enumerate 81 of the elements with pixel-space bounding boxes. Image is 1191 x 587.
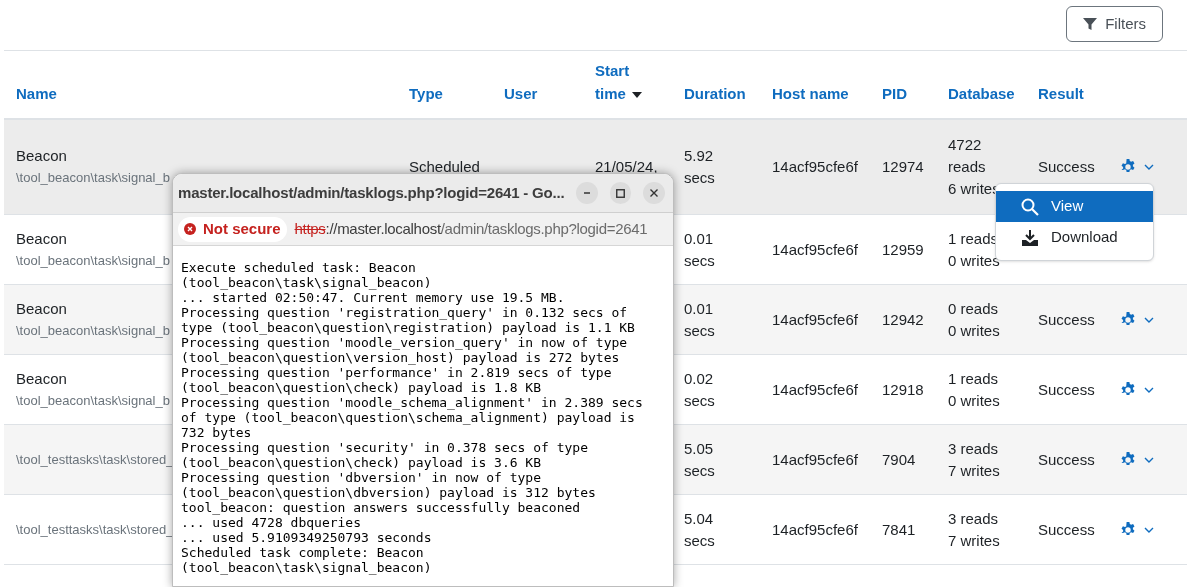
- sort-descending-icon: [631, 92, 642, 99]
- filter-icon: [1083, 17, 1098, 31]
- address-bar-url[interactable]: https://master.localhost/admin/tasklogs.php?logid=2641: [294, 217, 648, 241]
- task-name: Beacon: [16, 146, 67, 166]
- host-name: 14acf95cfe6f: [772, 449, 858, 470]
- result: Success: [1038, 379, 1096, 400]
- security-warning[interactable]: Not secure: [178, 216, 287, 242]
- actions-menu-button[interactable]: [1120, 451, 1154, 468]
- filters-button[interactable]: Filters: [1066, 6, 1163, 42]
- task-classname: \tool_beacon\task\signal_b: [16, 251, 170, 270]
- gear-icon: [1120, 451, 1136, 468]
- host-name: 14acf95cfe6f: [772, 519, 858, 540]
- chevron-down-icon: [1144, 456, 1154, 463]
- gear-icon: [1120, 381, 1136, 398]
- maximize-icon: [616, 188, 626, 198]
- task-name: Beacon: [16, 368, 67, 389]
- duration: 5.05 secs: [684, 438, 716, 481]
- gear-icon: [1120, 311, 1136, 328]
- column-header-link[interactable]: Name: [16, 82, 57, 105]
- task-log-output: Execute scheduled task: Beacon (tool_beacon\task\signal_beacon) ... started 02:50:47. Current memory use 19.5 MB. Processing question 'registration_query' in 0.132 secs of type (tool_beacon\question\registration) payload is 1.1 KB Processing question 'moodle_version_query' in now of type (tool_beacon\question\version_host) payload is 272 bytes Processing question 'performance' in 2.819 secs of type (tool_beacon\question\check) payload is 1.8 KB Processing question 'moodle_schema_alignment' in 2.389 secs of type (tool_beacon\question\schema_alignment) payload is 732 bytes Processing question 'security' in 0.378 secs of type (tool_beacon\question\check) payload is 3.6 KB Processing question 'dbversion' in now of type (tool_beacon\question\dbversion) payload is 312 bytes tool_beacon: question answers successfully beaconed ... used 4728 dbqueries ... used 5.9109349250793 seconds Scheduled task complete: Beacon (tool_beacon\task\signal_beacon): [180, 259, 644, 575]
- error-icon: [184, 223, 196, 235]
- result: Success: [1038, 449, 1096, 470]
- task-type: Scheduled: [409, 157, 480, 177]
- column-header-link[interactable]: User: [504, 82, 538, 105]
- task-classname: \tool_beacon\task\signal_b: [16, 321, 170, 340]
- task-classname: \tool_testtasks\task\stored_: [16, 450, 174, 469]
- task-classname: \tool_beacon\task\signal_b: [16, 391, 170, 410]
- chevron-down-icon: [1144, 316, 1154, 323]
- task-classname: \tool_beacon\task\signal_b: [16, 169, 170, 187]
- pid: 12959: [882, 239, 924, 260]
- task-name: Beacon: [16, 298, 67, 319]
- database-stats: 0 reads 0 writes: [948, 298, 1001, 341]
- download-icon: [1021, 228, 1039, 247]
- column-header-link[interactable]: Host name: [772, 82, 849, 105]
- column-header-link[interactable]: Type: [409, 82, 443, 105]
- menu-item[interactable]: View: [996, 191, 1153, 222]
- column-header-link[interactable]: Start time: [595, 59, 655, 105]
- column-header-link[interactable]: Result: [1038, 82, 1084, 105]
- result: Success: [1038, 309, 1096, 330]
- menu-item[interactable]: Download: [996, 222, 1153, 253]
- column-header-link[interactable]: PID: [882, 82, 907, 105]
- minimize-icon: [583, 192, 592, 194]
- database-stats: 3 reads 7 writes: [948, 508, 1001, 551]
- duration: 0.01 secs: [684, 228, 716, 271]
- host-name: 14acf95cfe6f: [772, 239, 858, 260]
- actions-menu-button[interactable]: [1120, 311, 1154, 328]
- pid: 7841: [882, 519, 917, 540]
- pid: 12974: [882, 157, 924, 177]
- minimize-button[interactable]: [576, 182, 598, 204]
- duration: 5.04 secs: [684, 508, 716, 551]
- column-header-link[interactable]: Database: [948, 82, 1015, 105]
- task-name: Beacon: [16, 228, 67, 249]
- result: Success: [1038, 157, 1096, 177]
- column-header-link[interactable]: Duration: [684, 82, 746, 105]
- close-icon: [650, 189, 659, 197]
- window-title: master.localhost/admin/tasklogs.php?logid=2641 - Go...: [178, 182, 565, 203]
- gear-icon: [1120, 521, 1136, 538]
- maximize-button[interactable]: [609, 182, 632, 204]
- host-name: 14acf95cfe6f: [772, 379, 858, 400]
- search-icon: [1021, 197, 1039, 216]
- result: Success: [1038, 519, 1096, 540]
- actions-menu-button[interactable]: [1120, 159, 1154, 175]
- database-stats: 3 reads 7 writes: [948, 438, 1001, 481]
- actions-menu-button[interactable]: [1120, 521, 1154, 538]
- task-classname: \tool_testtasks\task\stored_: [16, 520, 174, 539]
- chevron-down-icon: [1144, 526, 1154, 533]
- duration: 5.92 secs: [684, 146, 716, 188]
- actions-menu-button[interactable]: [1120, 381, 1154, 398]
- start-time: 21/05/24,: [595, 157, 659, 177]
- gear-icon: [1120, 159, 1136, 175]
- chevron-down-icon: [1144, 164, 1154, 170]
- host-name: 14acf95cfe6f: [772, 309, 858, 330]
- duration: 0.01 secs: [684, 298, 716, 341]
- pid: 7904: [882, 449, 917, 470]
- host-name: 14acf95cfe6f: [772, 157, 858, 177]
- close-button[interactable]: [643, 182, 665, 204]
- chevron-down-icon: [1144, 386, 1154, 393]
- pid: 12918: [882, 379, 924, 400]
- pid: 12942: [882, 309, 924, 330]
- duration: 0.02 secs: [684, 368, 716, 411]
- database-stats: 1 reads 0 writes: [948, 368, 1001, 411]
